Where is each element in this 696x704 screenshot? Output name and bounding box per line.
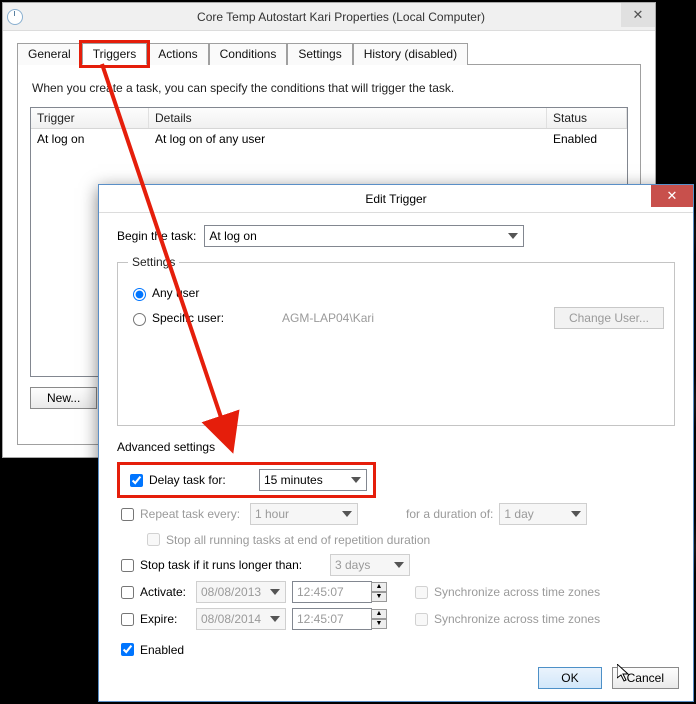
triggers-intro: When you create a task, you can specify … xyxy=(32,81,626,95)
cell-details: At log on of any user xyxy=(149,129,547,149)
tab-actions[interactable]: Actions xyxy=(147,43,208,65)
repeat-task-checkbox[interactable] xyxy=(121,508,134,521)
expire-spinner: ▲▼ xyxy=(371,609,387,629)
activate-checkbox[interactable] xyxy=(121,586,134,599)
repeat-row: Repeat task every: 1 hour for a duration… xyxy=(117,503,675,525)
radio-any-user-label: Any user xyxy=(152,286,199,300)
tab-history[interactable]: History (disabled) xyxy=(353,43,468,65)
settings-legend: Settings xyxy=(128,255,179,269)
radio-specific-user-label: Specific user: xyxy=(152,311,242,325)
stop-running-checkbox xyxy=(147,533,160,546)
window-title: Core Temp Autostart Kari Properties (Loc… xyxy=(31,10,651,24)
expire-sync-checkbox xyxy=(415,613,428,626)
edit-titlebar: Edit Trigger ✕ xyxy=(99,185,693,213)
change-user-button: Change User... xyxy=(554,307,664,329)
cell-status: Enabled xyxy=(547,129,627,149)
enabled-row: Enabled xyxy=(117,640,675,659)
new-trigger-button[interactable]: New... xyxy=(30,387,97,409)
expire-label: Expire: xyxy=(140,612,196,626)
edit-trigger-window: Edit Trigger ✕ Begin the task: At log on… xyxy=(98,184,694,702)
expire-sync-label: Synchronize across time zones xyxy=(434,612,600,626)
edit-close-button[interactable]: ✕ xyxy=(651,185,693,207)
edit-window-title: Edit Trigger xyxy=(99,192,693,206)
expire-time xyxy=(292,608,372,630)
expire-row: Expire: 08/08/2014 ▲▼ Synchronize across… xyxy=(117,608,675,630)
delay-task-checkbox[interactable] xyxy=(130,474,143,487)
delay-row: Delay task for: 15 minutes xyxy=(117,462,675,498)
radio-specific-user-row: Specific user: AGM-LAP04\Kari Change Use… xyxy=(128,307,664,329)
repeat-task-label: Repeat task every: xyxy=(140,507,250,521)
radio-any-user-row: Any user xyxy=(128,285,664,301)
grid-header: Trigger Details Status xyxy=(31,108,627,129)
col-details-header[interactable]: Details xyxy=(149,108,547,128)
repeat-every-select: 1 hour xyxy=(250,503,358,525)
task-icon xyxy=(7,9,23,25)
tab-triggers[interactable]: Triggers xyxy=(82,43,148,65)
cell-trigger: At log on xyxy=(31,129,149,149)
delay-task-select[interactable]: 15 minutes xyxy=(259,469,367,491)
titlebar: Core Temp Autostart Kari Properties (Loc… xyxy=(3,3,655,31)
begin-task-row: Begin the task: At log on xyxy=(117,225,675,247)
cancel-button[interactable]: Cancel xyxy=(612,667,679,689)
advanced-settings-label: Advanced settings xyxy=(117,440,675,454)
expire-date: 08/08/2014 xyxy=(196,608,286,630)
tab-conditions[interactable]: Conditions xyxy=(209,43,288,65)
tab-settings[interactable]: Settings xyxy=(287,43,352,65)
radio-specific-user[interactable] xyxy=(133,313,146,326)
stop-longer-label: Stop task if it runs longer than: xyxy=(140,558,330,572)
stop-longer-row: Stop task if it runs longer than: 3 days xyxy=(117,554,675,576)
stop-running-label: Stop all running tasks at end of repetit… xyxy=(166,533,430,547)
edit-body: Begin the task: At log on Settings Any u… xyxy=(99,213,693,676)
table-row[interactable]: At log on At log on of any user Enabled xyxy=(31,129,627,149)
repeat-duration-select: 1 day xyxy=(499,503,587,525)
ok-button[interactable]: OK xyxy=(538,667,601,689)
repeat-duration-label: for a duration of: xyxy=(406,507,493,521)
tab-strip: General Triggers Actions Conditions Sett… xyxy=(17,43,641,65)
delay-task-label: Delay task for: xyxy=(149,473,259,487)
expire-checkbox[interactable] xyxy=(121,613,134,626)
enabled-checkbox[interactable] xyxy=(121,643,134,656)
stop-running-row: Stop all running tasks at end of repetit… xyxy=(117,530,675,549)
settings-fieldset: Settings Any user Specific user: AGM-LAP… xyxy=(117,255,675,426)
activate-time xyxy=(292,581,372,603)
col-trigger-header[interactable]: Trigger xyxy=(31,108,149,128)
stop-longer-select: 3 days xyxy=(330,554,410,576)
begin-task-select[interactable]: At log on xyxy=(204,225,524,247)
specific-user-value: AGM-LAP04\Kari xyxy=(242,311,554,325)
activate-sync-checkbox xyxy=(415,586,428,599)
begin-task-label: Begin the task: xyxy=(117,229,196,243)
activate-spinner: ▲▼ xyxy=(371,582,387,602)
radio-any-user[interactable] xyxy=(133,288,146,301)
activate-sync-label: Synchronize across time zones xyxy=(434,585,600,599)
activate-date: 08/08/2013 xyxy=(196,581,286,603)
tab-general[interactable]: General xyxy=(17,43,82,65)
close-button[interactable]: ✕ xyxy=(621,3,655,27)
enabled-label: Enabled xyxy=(140,643,184,657)
col-status-header[interactable]: Status xyxy=(547,108,627,128)
activate-label: Activate: xyxy=(140,585,196,599)
activate-row: Activate: 08/08/2013 ▲▼ Synchronize acro… xyxy=(117,581,675,603)
stop-longer-checkbox[interactable] xyxy=(121,559,134,572)
dialog-footer: OK Cancel xyxy=(538,667,679,689)
